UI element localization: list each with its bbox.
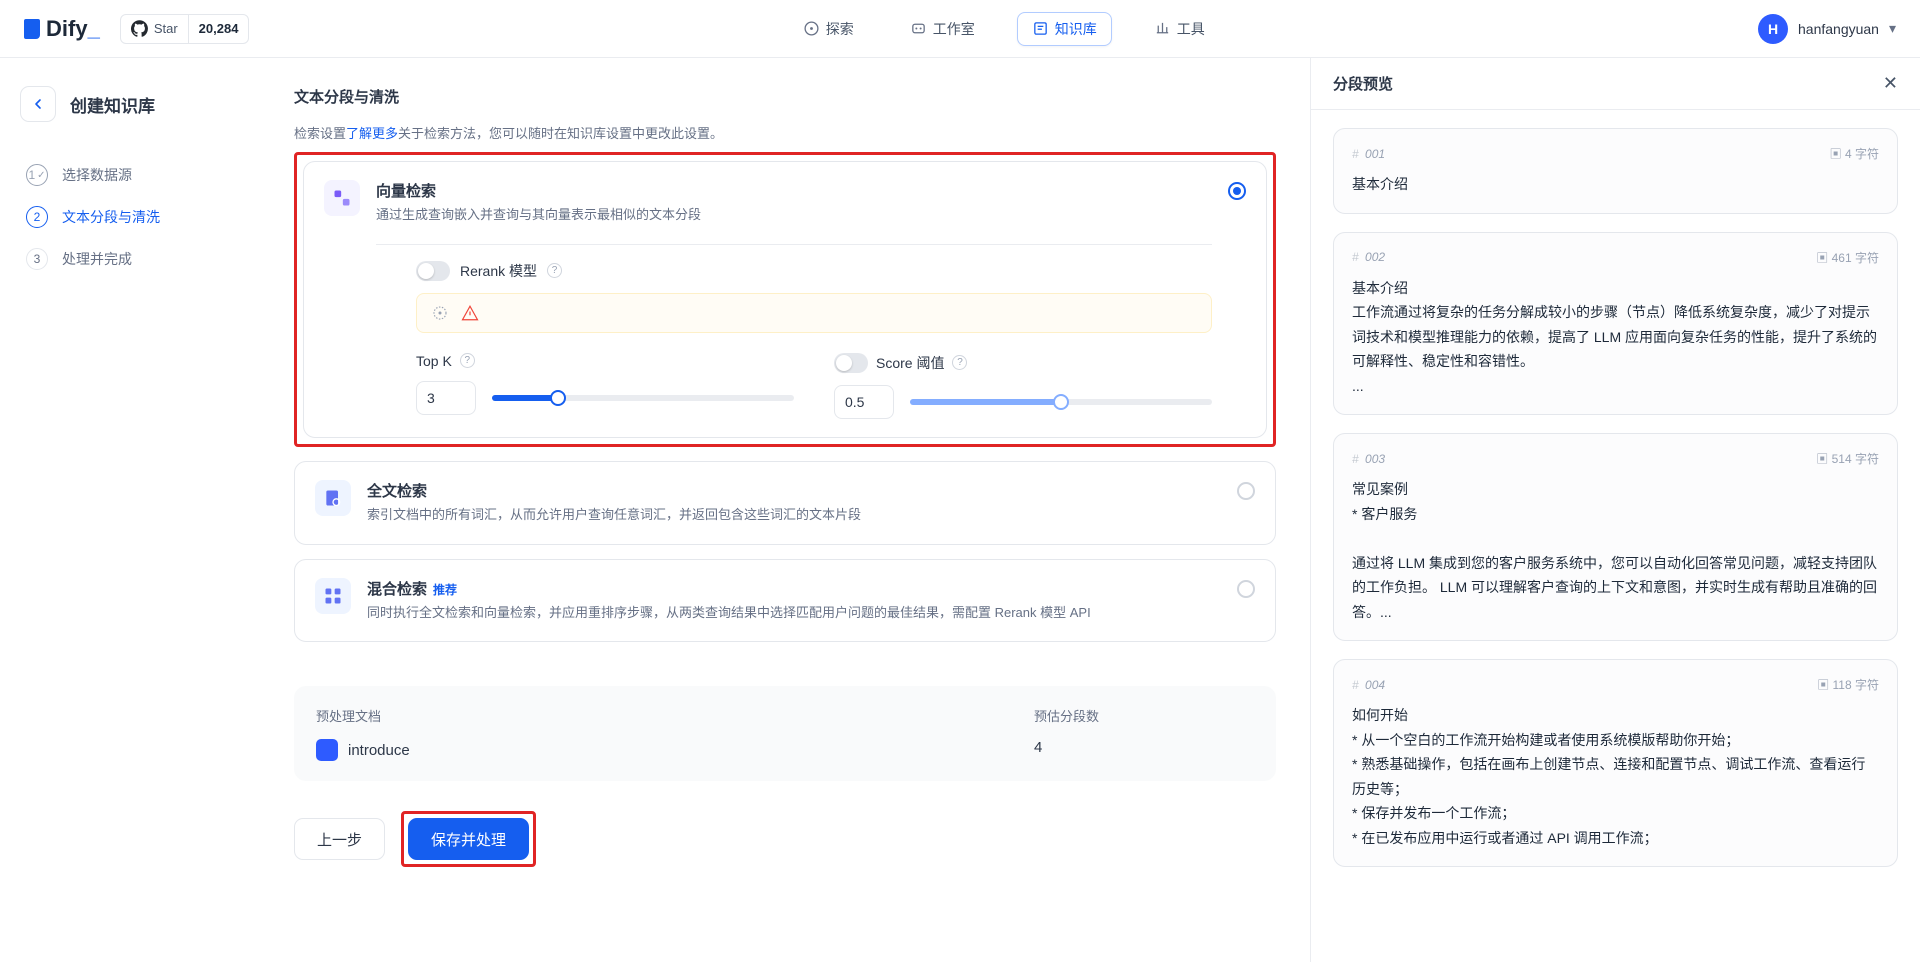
segment-card[interactable]: # 003 ▣ 514 字符常见案例 * 客户服务 通过将 LLM 集成到您的客户…	[1333, 433, 1898, 641]
segments-count: 4	[1034, 739, 1254, 756]
score-input[interactable]: 0.5	[834, 385, 894, 419]
step-3[interactable]: 3 处理并完成	[20, 238, 240, 280]
doc-icon	[316, 739, 338, 761]
option-vector-search[interactable]: 向量检索 通过生成查询嵌入并查询与其向量表示最相似的文本分段 Rerank 模型…	[303, 161, 1267, 438]
preprocess-label: 预处理文档	[316, 706, 1034, 725]
segment-chars: ▣ 118 字符	[1817, 676, 1879, 693]
user-name: hanfangyuan	[1798, 21, 1879, 37]
stepper: 1 选择数据源 2 文本分段与清洗 3 处理并完成	[20, 154, 240, 280]
option-title: 全文检索	[367, 480, 1221, 501]
page-title: 创建知识库	[70, 92, 155, 117]
nav-studio[interactable]: 工作室	[896, 13, 989, 45]
vector-icon	[324, 180, 360, 216]
help-icon[interactable]: ?	[547, 263, 562, 278]
radio[interactable]	[1237, 482, 1255, 500]
option-fulltext-search[interactable]: 全文检索 索引文档中的所有词汇，从而允许用户查询任意词汇，并返回包含这些词汇的文…	[294, 461, 1276, 545]
segment-id: # 001	[1352, 147, 1385, 161]
option-hybrid-search[interactable]: 混合检索推荐 同时执行全文检索和向量检索，并应用重排序步骤，从两类查询结果中选择…	[294, 559, 1276, 643]
vector-settings-panel: Rerank 模型 ? Top K ?	[376, 244, 1212, 419]
segment-body: 基本介绍	[1352, 172, 1879, 197]
segment-chars: ▣ 461 字符	[1816, 249, 1879, 266]
option-desc: 同时执行全文检索和向量检索，并应用重排序步骤，从两类查询结果中选择匹配用户问题的…	[367, 603, 1221, 624]
avatar: H	[1758, 14, 1788, 44]
target-icon	[431, 304, 449, 322]
close-icon[interactable]: ✕	[1883, 73, 1898, 94]
segment-chars: ▣ 4 字符	[1830, 145, 1879, 162]
topk-slider[interactable]	[492, 395, 794, 401]
preprocess-box: 预处理文档 introduce 预估分段数 4	[294, 686, 1276, 781]
option-desc: 索引文档中的所有词汇，从而允许用户查询任意词汇，并返回包含这些词汇的文本片段	[367, 505, 1221, 526]
book-icon	[1032, 20, 1049, 37]
rerank-label: Rerank 模型	[460, 261, 537, 281]
nav-knowledge[interactable]: 知识库	[1017, 12, 1112, 46]
document-name: introduce	[348, 742, 410, 759]
retrieval-hint: 检索设置了解更多关于检索方法，您可以随时在知识库设置中更改此设置。	[294, 123, 1276, 142]
segments-label: 预估分段数	[1034, 706, 1254, 725]
score-slider[interactable]	[910, 399, 1212, 405]
back-button[interactable]	[20, 86, 56, 122]
main-content: 文本分段与清洗 检索设置了解更多关于检索方法，您可以随时在知识库设置中更改此设置…	[260, 58, 1310, 962]
nav-explore[interactable]: 探索	[789, 13, 868, 45]
arrow-left-icon	[30, 96, 46, 112]
prev-button[interactable]: 上一步	[294, 818, 385, 860]
fulltext-icon	[315, 480, 351, 516]
learn-more-link[interactable]: 了解更多	[346, 126, 398, 141]
help-icon[interactable]: ?	[460, 353, 475, 368]
hybrid-icon	[315, 578, 351, 614]
segment-id: # 002	[1352, 250, 1385, 264]
compass-icon	[803, 20, 820, 37]
vector-search-highlight: 向量检索 通过生成查询嵌入并查询与其向量表示最相似的文本分段 Rerank 模型…	[294, 152, 1276, 447]
github-star-count: 20,284	[189, 21, 249, 36]
left-sidebar: 创建知识库 1 选择数据源 2 文本分段与清洗 3 处理并完成	[0, 58, 260, 962]
segment-card[interactable]: # 004 ▣ 118 字符如何开始 * 从一个空白的工作流开始构建或者使用系统模…	[1333, 659, 1898, 867]
segment-card[interactable]: # 001 ▣ 4 字符基本介绍	[1333, 128, 1898, 214]
nav-tools[interactable]: 工具	[1140, 13, 1219, 45]
github-star-button[interactable]: Star 20,284	[120, 14, 250, 44]
section-title: 文本分段与清洗	[294, 86, 1276, 107]
recommended-tag: 推荐	[433, 583, 457, 597]
github-icon	[131, 20, 148, 37]
preview-panel: 分段预览 ✕ # 001 ▣ 4 字符基本介绍 # 002 ▣ 461 字符基本介绍 …	[1310, 58, 1920, 962]
save-button[interactable]: 保存并处理	[408, 818, 529, 860]
top-nav: Dify_ Star 20,284 探索 工作室 知识库 工具 H hanfan…	[0, 0, 1920, 58]
logo-mark-icon	[24, 19, 40, 39]
segment-body: 如何开始 * 从一个空白的工作流开始构建或者使用系统模版帮助你开始； * 熟悉基…	[1352, 703, 1879, 850]
logo[interactable]: Dify_	[24, 16, 100, 42]
option-title: 向量检索	[376, 180, 1212, 201]
segment-id: # 003	[1352, 452, 1385, 466]
rerank-toggle[interactable]	[416, 261, 450, 281]
wrench-icon	[1154, 20, 1171, 37]
nav-center: 探索 工作室 知识库 工具	[249, 12, 1758, 46]
option-title: 混合检索推荐	[367, 578, 1221, 599]
score-control: Score 阈值 ? 0.5	[834, 353, 1212, 419]
help-icon[interactable]: ?	[952, 355, 967, 370]
alert-icon	[461, 304, 479, 322]
step-1[interactable]: 1 选择数据源	[20, 154, 240, 196]
radio[interactable]	[1237, 580, 1255, 598]
segment-card[interactable]: # 002 ▣ 461 字符基本介绍 工作流通过将复杂的任务分解成较小的步骤（节点…	[1333, 232, 1898, 416]
topk-input[interactable]: 3	[416, 381, 476, 415]
topk-control: Top K ? 3	[416, 353, 794, 419]
robot-icon	[910, 20, 927, 37]
user-menu[interactable]: H hanfangyuan ▾	[1758, 14, 1896, 44]
document-row: introduce	[316, 739, 1034, 761]
step-2[interactable]: 2 文本分段与清洗	[20, 196, 240, 238]
segment-id: # 004	[1352, 678, 1385, 692]
option-desc: 通过生成查询嵌入并查询与其向量表示最相似的文本分段	[376, 205, 1212, 226]
segment-body: 常见案例 * 客户服务 通过将 LLM 集成到您的客户服务系统中，您可以自动化回…	[1352, 477, 1879, 624]
radio-selected[interactable]	[1228, 182, 1246, 200]
score-toggle[interactable]	[834, 353, 868, 373]
segment-chars: ▣ 514 字符	[1816, 450, 1879, 467]
segment-body: 基本介绍 工作流通过将复杂的任务分解成较小的步骤（节点）降低系统复杂度，减少了对…	[1352, 276, 1879, 399]
save-button-highlight: 保存并处理	[401, 811, 536, 867]
chevron-down-icon: ▾	[1889, 20, 1896, 37]
rerank-warning	[416, 293, 1212, 333]
preview-title: 分段预览	[1333, 73, 1393, 94]
